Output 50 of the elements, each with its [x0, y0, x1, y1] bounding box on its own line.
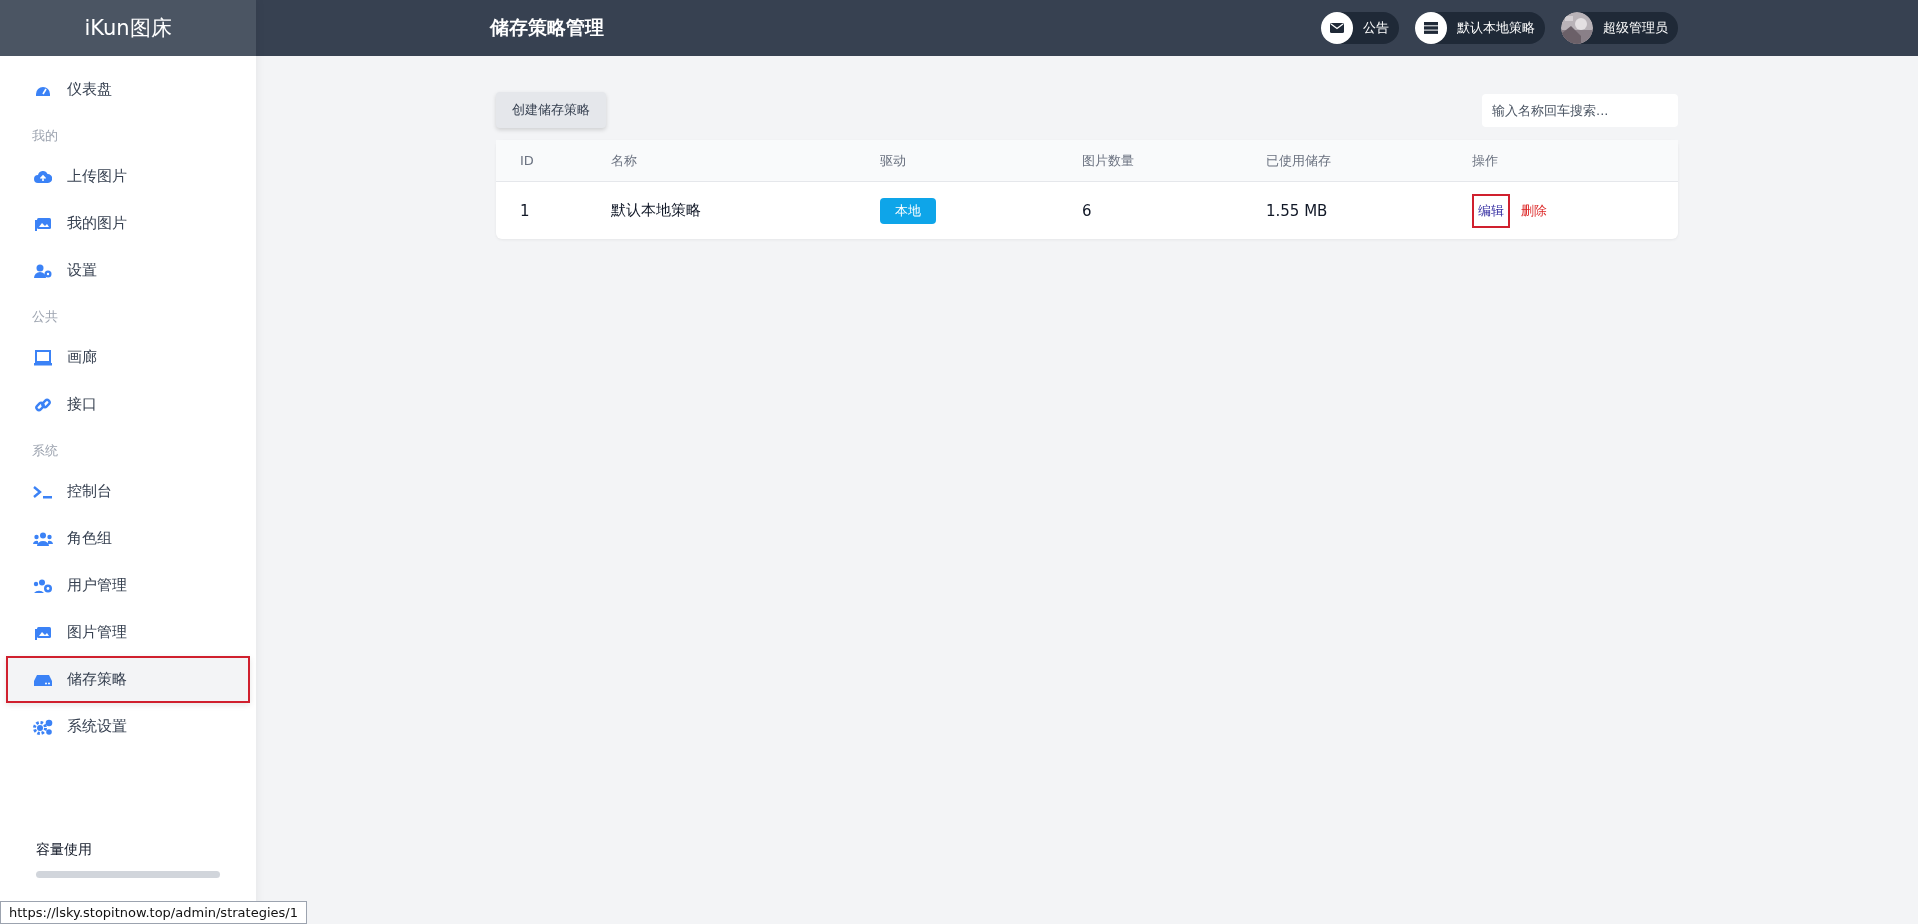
sidebar-item[interactable]: 接口: [6, 381, 250, 428]
brand-title: iKun图床: [0, 0, 256, 56]
header-action[interactable]: 默认本地策略: [1415, 12, 1545, 44]
server-icon: [1415, 12, 1447, 44]
column-header: 名称: [610, 140, 879, 182]
header-action[interactable]: 公告: [1321, 12, 1399, 44]
create-button[interactable]: 创建储存策略: [496, 92, 606, 128]
sidebar-item[interactable]: 控制台: [6, 468, 250, 515]
menu-icon: [33, 718, 53, 735]
delete-link[interactable]: 删除: [1515, 193, 1553, 228]
column-header: 图片数量: [1081, 140, 1265, 182]
menu-icon: [33, 531, 53, 546]
section-heading: 我的: [31, 127, 59, 145]
menu-icon: [33, 484, 53, 499]
sidebar-item[interactable]: 系统设置: [6, 703, 250, 750]
section-heading: 系统: [31, 442, 59, 460]
page-title: 储存策略管理: [490, 15, 605, 40]
sidebar-item[interactable]: 仪表盘: [6, 66, 250, 113]
sidebar-item[interactable]: 角色组: [6, 515, 250, 562]
menu-icon: [33, 263, 53, 278]
menu-icon: [33, 349, 53, 366]
menu-icon: [33, 578, 53, 593]
mail-icon: [1321, 12, 1353, 44]
column-header: 驱动: [879, 140, 1081, 182]
sidebar-item[interactable]: 我的图片: [6, 200, 250, 247]
edit-link[interactable]: 编辑: [1472, 193, 1510, 228]
search-field[interactable]: 输入名称回车搜索...: [1482, 93, 1678, 127]
sidebar-item[interactable]: 上传图片: [6, 153, 250, 200]
sidebar-item[interactable]: 用户管理: [6, 562, 250, 609]
menu-icon: [33, 216, 53, 231]
sidebar-item[interactable]: 画廊: [6, 334, 250, 381]
menu-icon: [33, 673, 53, 686]
menu-icon: [33, 625, 53, 640]
table-cell: 默认本地策略: [610, 181, 879, 239]
header-action[interactable]: 超级管理员: [1561, 12, 1678, 44]
table-cell: 6: [1081, 181, 1265, 239]
table-cell: 1: [496, 181, 610, 239]
capacity-label: 容量使用: [36, 841, 93, 859]
sidebar-item[interactable]: 设置: [6, 247, 250, 294]
column-header: 操作: [1471, 140, 1678, 182]
driver-tag: 本地: [880, 197, 936, 224]
section-heading: 公共: [31, 308, 59, 326]
status-url: https://lsky.stopitnow.top/admin/strategies/1: [0, 901, 307, 924]
menu-icon: [33, 169, 53, 184]
menu-icon: [33, 396, 53, 413]
sidebar-item[interactable]: 图片管理: [6, 609, 250, 656]
column-header: ID: [496, 140, 610, 182]
table-cell: 1.55 MB: [1265, 181, 1471, 239]
column-header: 已使用储存: [1265, 140, 1471, 182]
sidebar-item[interactable]: 储存策略: [6, 656, 250, 703]
